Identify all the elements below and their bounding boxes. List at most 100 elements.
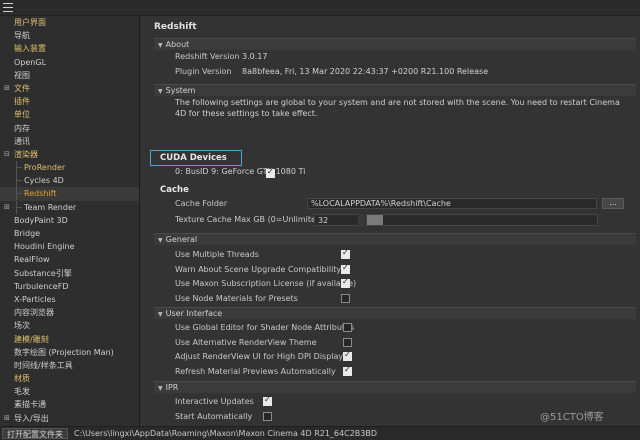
cache-folder-field[interactable]: %LOCALAPPDATA%\Redshift\Cache: [307, 198, 597, 209]
option-row: Use Global Editor for Shader Node Attrib…: [140, 321, 360, 335]
sidebar-item-label: 数字绘图 (Projection Man): [14, 347, 114, 357]
sidebar-item[interactable]: RealFlow: [0, 253, 139, 266]
section-user-interface-header[interactable]: ▼ User Interface: [154, 307, 636, 319]
option-checkbox[interactable]: [343, 350, 352, 361]
sidebar-item-label: Redshift: [24, 189, 57, 199]
sidebar-item[interactable]: ⊞ 导入/导出: [0, 412, 139, 425]
texture-cache-row: Texture Cache Max GB (0=Unlimited): [140, 213, 324, 227]
sidebar-item-label: Substance引擎: [14, 268, 72, 278]
redshift-version-row: Redshift Version 3.0.17: [140, 50, 640, 64]
sidebar-item-label: 单位: [14, 110, 30, 120]
watermark-text: @51CTO博客: [540, 412, 604, 423]
page-title: Redshift: [154, 22, 197, 32]
option-label: Use Global Editor for Shader Node Attrib…: [175, 323, 355, 332]
option-row: Use Maxon Subscription License (if avail…: [140, 277, 360, 291]
option-checkbox[interactable]: [263, 395, 272, 406]
sidebar-item[interactable]: ⊞ Team Render: [0, 200, 139, 214]
sidebar-item[interactable]: Redshift: [0, 187, 139, 201]
browse-button[interactable]: ...: [602, 198, 624, 209]
texture-cache-input[interactable]: 32: [314, 214, 362, 226]
sidebar-item[interactable]: 内存: [0, 122, 139, 135]
sidebar-item[interactable]: ⊟ 渲染器: [0, 148, 139, 161]
collapse-tree-icon[interactable]: ⊟: [4, 150, 11, 158]
collapse-arrow-icon: ▼: [158, 88, 163, 95]
sidebar-item[interactable]: 材质: [0, 372, 139, 385]
sidebar-item[interactable]: ProRender: [0, 161, 139, 175]
status-bar: 打开配置文件夹 C:\Users\lingxi\AppData\Roaming\…: [0, 426, 640, 440]
sidebar-item[interactable]: 毛发: [0, 385, 139, 398]
option-checkbox[interactable]: [343, 365, 352, 376]
sidebar-item-label: Bridge: [14, 229, 41, 238]
sidebar-item-label: 视图: [14, 70, 30, 80]
sidebar-item[interactable]: Substance引擎: [0, 267, 139, 280]
option-label: Use Alternative RenderView Theme: [175, 337, 317, 347]
sidebar-item[interactable]: 数字绘图 (Projection Man): [0, 346, 139, 359]
plugin-version-row: Plugin Version 8a8bfeea, Fri, 13 Mar 202…: [140, 65, 640, 79]
sidebar-item[interactable]: 内容浏览器: [0, 306, 139, 319]
texture-cache-slider[interactable]: [366, 214, 598, 226]
sidebar-item[interactable]: 用户界面: [0, 16, 139, 29]
option-label: Refresh Material Previews Automatically: [175, 366, 336, 376]
redshift-version-value: 3.0.17: [242, 52, 268, 61]
sidebar-item[interactable]: 通讯: [0, 135, 139, 148]
sidebar-item[interactable]: Cycles 4D: [0, 174, 139, 188]
sidebar-item[interactable]: BodyPaint 3D: [0, 214, 139, 227]
sidebar-item[interactable]: 输入装置: [0, 42, 139, 55]
option-checkbox[interactable]: [263, 411, 272, 421]
section-general-header[interactable]: ▼ General: [154, 233, 636, 245]
sidebar-item[interactable]: 单位: [0, 108, 139, 121]
sidebar-item[interactable]: ⊞ 文件: [0, 82, 139, 95]
sidebar-item-label: 输入装置: [14, 44, 46, 54]
config-path: C:\Users\lingxi\AppData\Roaming\Maxon\Ma…: [74, 429, 378, 438]
option-label: Use Maxon Subscription License (if avail…: [175, 279, 357, 288]
option-row: Warn About Scene Upgrade Compatibility: [140, 263, 360, 277]
section-about-header[interactable]: ▼ About: [154, 38, 636, 50]
hamburger-menu-icon[interactable]: [3, 3, 13, 12]
sidebar-item[interactable]: Houdini Engine: [0, 240, 139, 253]
option-checkbox[interactable]: [343, 323, 352, 332]
sidebar-item-label: Team Render: [24, 202, 77, 212]
section-system-header[interactable]: ▼ System: [154, 84, 636, 96]
sidebar-item[interactable]: 建模/雕刻: [0, 333, 139, 346]
option-row: Adjust RenderView UI for High DPI Displa…: [140, 350, 360, 364]
expand-tree-icon[interactable]: ⊞: [4, 414, 11, 422]
sidebar-item-label: 时间线/样条工具: [14, 360, 73, 370]
expand-tree-icon[interactable]: ⊞: [4, 203, 11, 211]
preferences-sidebar: 用户界面导航输入装置 OpenGL 视图 ⊞ 文件 插件单位内存通讯 ⊟ 渲染器 ProRend…: [0, 16, 140, 426]
redshift-version-label: Redshift Version: [175, 52, 240, 61]
sidebar-item-label: 导航: [14, 31, 30, 41]
sidebar-item[interactable]: Bridge: [0, 227, 139, 240]
sidebar-item[interactable]: 插件: [0, 95, 139, 108]
expand-tree-icon[interactable]: ⊞: [4, 84, 11, 92]
sidebar-item[interactable]: 导航: [0, 29, 139, 42]
option-checkbox[interactable]: [341, 293, 350, 303]
option-checkbox[interactable]: [341, 248, 350, 259]
cuda-device-row: 0: BusID 9: GeForce GTX 1080 Ti: [175, 167, 305, 176]
texture-cache-label: Texture Cache Max GB (0=Unlimited): [175, 215, 325, 224]
sidebar-item-label: ProRender: [24, 163, 66, 173]
sidebar-item-label: Houdini Engine: [14, 242, 75, 252]
sidebar-item[interactable]: X-Particles: [0, 293, 139, 306]
section-ipr-header[interactable]: ▼ IPR: [154, 381, 636, 393]
texture-cache-spinner[interactable]: [358, 214, 364, 226]
open-config-folder-button[interactable]: 打开配置文件夹: [2, 428, 68, 439]
sidebar-item-label: 内存: [14, 123, 30, 133]
sidebar-item-label: 场次: [14, 321, 30, 331]
sidebar-item-label: 建模/雕刻: [14, 334, 49, 344]
sidebar-item[interactable]: 视图: [0, 69, 139, 82]
option-label: Use Node Materials for Presets: [175, 293, 298, 303]
cuda-device-checkbox[interactable]: [266, 167, 275, 178]
sidebar-item-label: 材质: [14, 374, 30, 384]
option-checkbox[interactable]: [341, 263, 350, 274]
plugin-version-label: Plugin Version: [175, 67, 232, 76]
sidebar-item[interactable]: TurbulenceFD: [0, 280, 139, 293]
sidebar-item[interactable]: 场次: [0, 319, 139, 332]
option-checkbox[interactable]: [343, 337, 352, 347]
sidebar-item[interactable]: 素描卡通: [0, 398, 139, 411]
sidebar-item[interactable]: OpenGL: [0, 56, 139, 69]
option-row: Use Multiple Threads: [140, 248, 360, 262]
cuda-devices-title: CUDA Devices: [160, 153, 227, 163]
option-label: Use Multiple Threads: [175, 250, 259, 259]
sidebar-item[interactable]: 时间线/样条工具: [0, 359, 139, 372]
option-checkbox[interactable]: [341, 277, 350, 288]
